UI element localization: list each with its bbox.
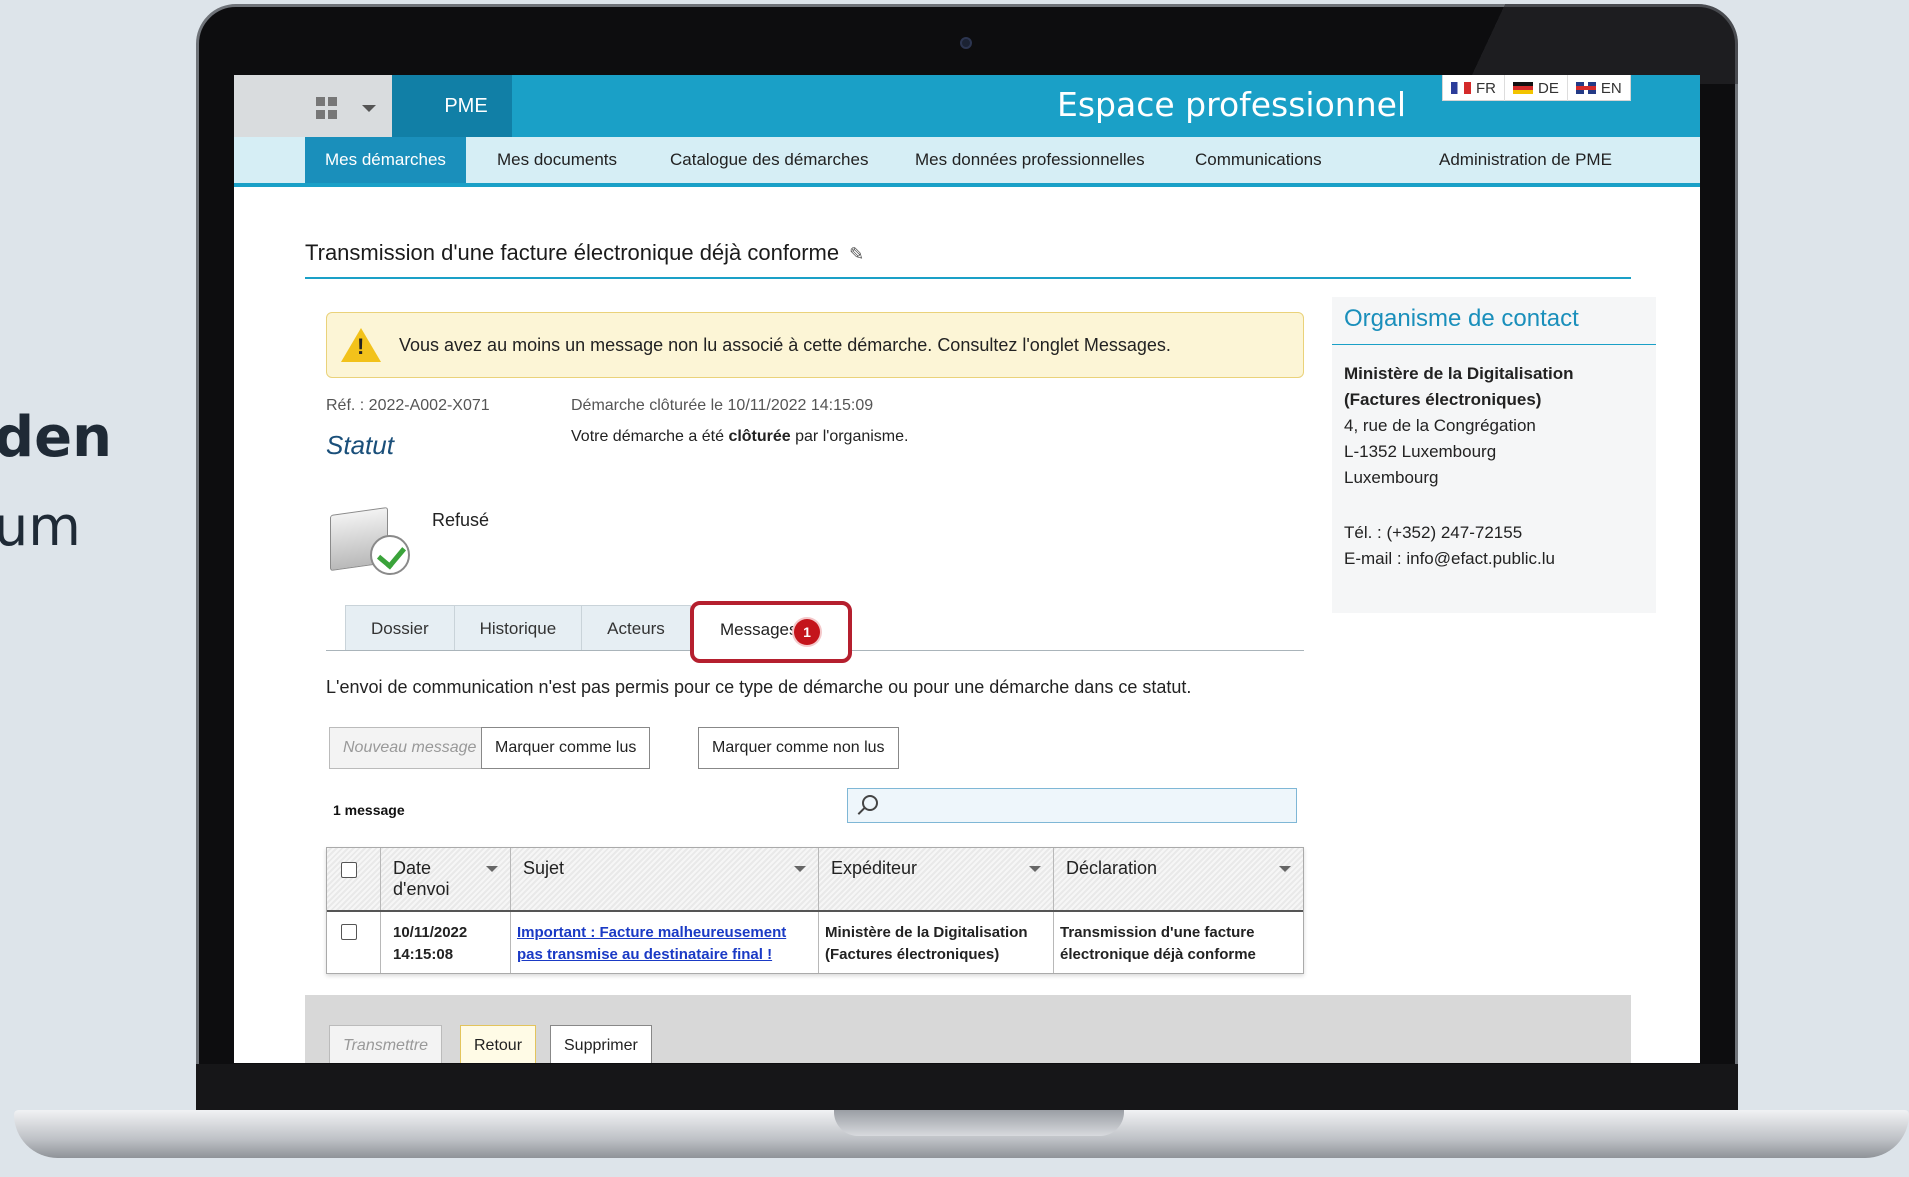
page-title: Transmission d'une facture électronique … (305, 240, 865, 265)
col-date[interactable]: Date d'envoi (381, 848, 511, 910)
row-date: 10/11/2022 14:15:08 (393, 924, 468, 963)
col-declaration[interactable]: Déclaration (1054, 848, 1303, 910)
laptop-base (14, 1110, 1909, 1158)
contact-org-2: (Factures électroniques) (1344, 390, 1542, 409)
apps-menu[interactable] (234, 75, 422, 137)
contact-email[interactable]: E-mail : info@efact.public.lu (1344, 546, 1574, 572)
tab-acteurs[interactable]: Acteurs (581, 605, 691, 651)
lang-de[interactable]: DE (1505, 75, 1568, 101)
lang-en[interactable]: EN (1568, 75, 1630, 101)
main-nav: Mes démarches Mes documents Catalogue de… (234, 137, 1700, 187)
contact-panel: Organisme de contact Ministère de la Dig… (1332, 297, 1656, 613)
table-header: Date d'envoi Sujet Expéditeur Déclaratio… (327, 848, 1303, 912)
contact-country: Luxembourg (1344, 468, 1439, 487)
messages-notice: L'envoi de communication n'est pas permi… (326, 677, 1192, 697)
closed-date: Démarche clôturée le 10/11/2022 14:15:09 (571, 397, 874, 414)
reference: Réf. : 2022-A002-X071 (326, 397, 490, 414)
flag-de-icon (1513, 82, 1533, 94)
apps-grid-icon (316, 97, 338, 119)
contact-address-1: 4, rue de la Congrégation (1344, 416, 1536, 435)
flag-fr-icon (1451, 82, 1471, 94)
tab-bar: Dossier Historique Acteurs (345, 605, 691, 651)
transmit-button[interactable]: Transmettre (329, 1025, 443, 1063)
language-switcher: FR DE EN (1442, 75, 1631, 101)
nav-donnees-pro[interactable]: Mes données professionnelles (915, 137, 1145, 183)
nav-communications[interactable]: Communications (1195, 137, 1322, 183)
search-icon (862, 795, 878, 811)
select-all-checkbox[interactable] (341, 862, 357, 878)
row-subject-link[interactable]: Important : Facture malheureusement pas … (517, 922, 813, 966)
pencil-icon[interactable]: ✎ (849, 244, 864, 265)
back-button[interactable]: Retour (460, 1025, 537, 1063)
nav-mes-demarches[interactable]: Mes démarches (305, 137, 466, 183)
messages-table: Date d'envoi Sujet Expéditeur Déclaratio… (326, 847, 1304, 974)
laptop-chin (196, 1064, 1738, 1116)
contact-heading: Organisme de contact (1344, 305, 1579, 332)
nav-catalogue[interactable]: Catalogue des démarches (670, 137, 868, 183)
row-checkbox[interactable] (341, 924, 357, 940)
chevron-down-icon (362, 105, 376, 112)
status-value: Refusé (432, 510, 490, 530)
sort-caret-icon[interactable] (794, 866, 806, 872)
new-message-button[interactable]: Nouveau message (329, 727, 491, 769)
message-count: 1 message (333, 802, 405, 818)
tab-messages[interactable]: Messages 1 (690, 601, 852, 663)
side-text-line1: den (0, 405, 112, 470)
nav-mes-documents[interactable]: Mes documents (497, 137, 617, 183)
screen: PME Espace professionnel FR DE EN Mes dé… (234, 75, 1700, 1063)
nav-administration[interactable]: Administration de PME (1439, 137, 1612, 183)
title-divider (305, 277, 1631, 279)
unread-alert: Vous avez au moins un message non lu ass… (326, 312, 1304, 378)
row-sender: Ministère de la Digitalisation (Factures… (825, 924, 1028, 963)
sort-caret-icon[interactable] (486, 866, 498, 872)
flag-en-icon (1575, 82, 1596, 94)
row-declaration: Transmission d'une facture électronique … (1060, 924, 1256, 963)
mark-unread-button[interactable]: Marquer comme non lus (698, 727, 899, 769)
tab-dossier[interactable]: Dossier (345, 605, 455, 651)
contact-address-2: L-1352 Luxembourg (1344, 442, 1497, 461)
table-row[interactable]: 10/11/2022 14:15:08 Important : Facture … (327, 912, 1303, 973)
contact-phone: Tél. : (+352) 247-72155 (1344, 523, 1523, 542)
warning-icon (341, 328, 381, 362)
camera-icon (960, 37, 972, 49)
lang-fr[interactable]: FR (1443, 75, 1505, 101)
top-bar: PME Espace professionnel FR DE EN (234, 75, 1700, 137)
app-label[interactable]: PME (392, 75, 512, 137)
site-title: Espace professionnel (1057, 85, 1407, 124)
contact-org-1: Ministère de la Digitalisation (1344, 364, 1574, 383)
mark-read-button[interactable]: Marquer comme lus (481, 727, 651, 769)
unread-badge: 1 (794, 619, 820, 645)
contact-details: Ministère de la Digitalisation (Factures… (1344, 361, 1574, 572)
contact-divider (1332, 344, 1656, 345)
delete-button[interactable]: Supprimer (550, 1025, 652, 1063)
search-input[interactable] (847, 788, 1297, 823)
side-text-line2: um (0, 495, 81, 558)
col-subject[interactable]: Sujet (511, 848, 819, 910)
col-sender[interactable]: Expéditeur (819, 848, 1054, 910)
statut-heading: Statut (326, 430, 394, 460)
sort-caret-icon[interactable] (1279, 866, 1291, 872)
folder-check-icon (330, 505, 410, 575)
closed-message: Votre démarche a été clôturée par l'orga… (571, 428, 909, 445)
tab-historique[interactable]: Historique (453, 605, 583, 651)
sort-caret-icon[interactable] (1029, 866, 1041, 872)
